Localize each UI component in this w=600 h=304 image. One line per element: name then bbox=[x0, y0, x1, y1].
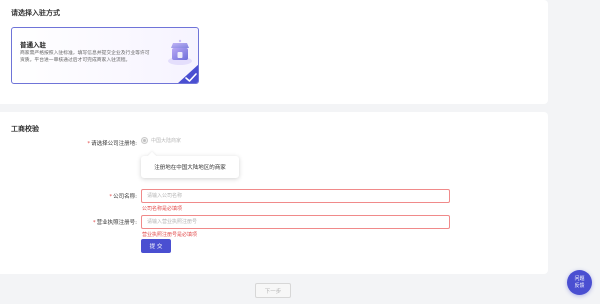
entry-method-card: 请选择入驻方式 普通入驻 商家需严格按照入驻标准，填写信息并提交企业及行业等许可… bbox=[0, 0, 548, 104]
registration-location-tooltip: 注册地在中国大陆地区的商家 bbox=[141, 156, 239, 178]
registration-location-radio[interactable]: 中国大陆商家 bbox=[141, 137, 181, 144]
next-step-button[interactable]: 下一步 bbox=[255, 283, 291, 298]
entry-option-description: 商家需严格按照入驻标准，填写信息并提交企业及行业等许可资质。平台进一审核通过后才… bbox=[20, 51, 150, 63]
entry-section-title: 请选择入驻方式 bbox=[11, 9, 60, 17]
storefront-icon bbox=[168, 39, 192, 65]
business-verification-card: 工商校验 *请选择公司注册地: 中国大陆商家 注册地在中国大陆地区的商家 *公司… bbox=[0, 112, 548, 274]
registration-location-label: *请选择公司注册地: bbox=[87, 141, 137, 147]
company-name-error: 公司名称是必填项 bbox=[142, 206, 183, 212]
entry-option-title: 普通入驻 bbox=[20, 41, 46, 49]
radio-option-label: 中国大陆商家 bbox=[151, 138, 182, 144]
submit-button[interactable]: 提 交 bbox=[141, 239, 171, 253]
license-number-error: 营业执照注册号是必填项 bbox=[142, 232, 198, 238]
license-number-label: *营业执照注册号: bbox=[92, 220, 137, 226]
selected-check-icon bbox=[178, 64, 198, 83]
license-number-input[interactable] bbox=[141, 215, 450, 229]
company-name-label: *公司名称: bbox=[109, 194, 137, 200]
radio-indicator[interactable] bbox=[141, 137, 148, 144]
feedback-button[interactable]: 问题 反馈 bbox=[567, 270, 592, 295]
business-section-title: 工商校验 bbox=[11, 125, 39, 133]
company-name-input[interactable] bbox=[141, 189, 450, 203]
feedback-label-line2: 反馈 bbox=[574, 282, 585, 289]
entry-option-standard[interactable]: 普通入驻 商家需严格按照入驻标准，填写信息并提交企业及行业等许可资质。平台进一审… bbox=[11, 27, 199, 84]
